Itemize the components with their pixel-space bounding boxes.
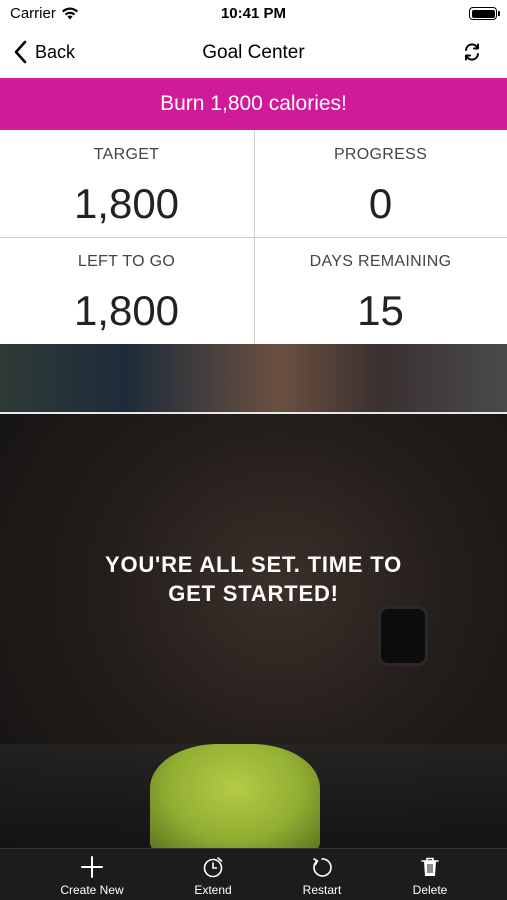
stats-grid: TARGET 1,800 PROGRESS 0 LEFT TO GO 1,800…	[0, 130, 507, 344]
stat-value: 1,800	[73, 287, 180, 334]
toolbar: Create New Extend Restart Delete	[0, 848, 507, 900]
stat-days-remaining: DAYS REMAINING 15	[254, 237, 507, 344]
refresh-button[interactable]	[463, 43, 481, 66]
battery-icon	[469, 7, 500, 20]
stat-target: TARGET 1,800	[0, 130, 253, 237]
page-title: Goal Center	[202, 42, 305, 63]
restart-icon	[313, 858, 332, 877]
stat-value: 1,800	[73, 180, 180, 227]
delete-button[interactable]: Delete	[380, 855, 480, 897]
refresh-icon	[465, 43, 479, 61]
restart-button[interactable]: Restart	[272, 855, 372, 897]
clock-icon	[203, 857, 223, 878]
extend-button[interactable]: Extend	[163, 855, 263, 897]
tab-label: Create New	[60, 883, 124, 897]
stat-value: 15	[357, 287, 404, 334]
status-time: 10:41 PM	[220, 5, 287, 22]
stat-label: LEFT TO GO	[77, 253, 176, 270]
tab-label: Delete	[412, 883, 448, 897]
tab-label: Restart	[302, 883, 342, 897]
stat-label: TARGET	[93, 146, 160, 163]
stat-label: PROGRESS	[333, 146, 428, 163]
hero-image: YOU'RE ALL SET. TIME TO GET STARTED!	[0, 344, 507, 848]
stat-progress: PROGRESS 0	[254, 130, 507, 237]
grid-divider-horizontal	[0, 237, 507, 238]
shoe-image	[150, 744, 320, 848]
goal-banner: Burn 1,800 calories!	[0, 78, 507, 130]
stat-label: DAYS REMAINING	[309, 253, 452, 270]
stat-left-to-go: LEFT TO GO 1,800	[0, 237, 253, 344]
stat-value: 0	[368, 180, 393, 227]
status-bar: Carrier 10:41 PM	[0, 0, 507, 30]
hero-message: YOU'RE ALL SET. TIME TO GET STARTED!	[0, 550, 507, 608]
create-new-button[interactable]: Create New	[42, 855, 142, 897]
plus-icon	[81, 856, 103, 878]
watch-image	[378, 606, 428, 666]
navigation-bar: Back Goal Center	[0, 30, 507, 78]
hero-message-line: GET STARTED!	[168, 581, 339, 606]
hero-message-line: YOU'RE ALL SET. TIME TO	[104, 552, 403, 577]
trash-icon	[421, 857, 439, 876]
tab-label: Extend	[194, 883, 232, 897]
